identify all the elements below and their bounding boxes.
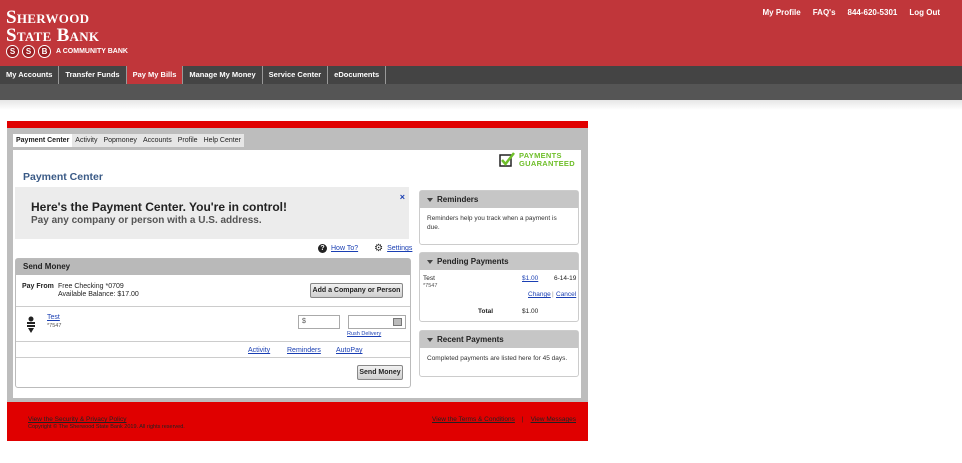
recent-payments-box: Recent Payments Completed payments are l… [419,330,579,377]
security-policy-link[interactable]: View the Security & Privacy Policy [28,416,127,423]
pending-total-value: $1.00 [522,308,539,315]
collapse-triangle-icon [427,337,433,342]
logout-link[interactable]: Log Out [909,8,940,17]
reminders-title: Reminders [437,195,479,204]
change-payment-link[interactable]: Change [528,291,551,298]
link-separator: | [552,291,554,298]
nav-my-accounts[interactable]: My Accounts [0,66,60,84]
pending-payments-box: Pending Payments Test *7547 $1.00 6-14-1… [419,252,579,322]
footer-separator: | [521,416,524,423]
nav-pay-my-bills[interactable]: Pay My Bills [126,66,184,84]
rush-delivery-link[interactable]: Rush Delivery [347,331,381,337]
activity-link[interactable]: Activity [248,347,270,354]
send-money-button[interactable]: Send Money [357,365,403,380]
divider [16,357,410,358]
settings-link[interactable]: Settings [387,245,412,252]
my-profile-link[interactable]: My Profile [762,8,800,17]
phone-number: 844-620-5301 [847,8,898,17]
nav-service-center[interactable]: Service Center [263,66,329,84]
payments-guaranteed-badge: PAYMENTS GUARANTEED [499,152,575,168]
header-shadow [0,100,962,110]
reminders-header[interactable]: Reminders [420,191,578,208]
pending-amount-link[interactable]: $1.00 [522,275,538,282]
help-row: ? How To? ⚙ Settings [318,243,412,254]
frame-top-bar [7,121,588,128]
faqs-link[interactable]: FAQ's [813,8,836,17]
pending-title: Pending Payments [437,257,509,266]
collapse-triangle-icon [427,259,433,264]
tab-help-center[interactable]: Help Center [201,134,244,147]
reminders-body: Reminders help you track when a payment … [427,215,557,231]
pay-from-account: Free Checking *0709 Available Balance: $… [58,283,139,299]
pending-payee: Test [423,275,435,282]
tab-accounts[interactable]: Accounts [140,134,175,147]
tab-payment-center[interactable]: Payment Center [13,134,73,147]
payee-person-icon [27,316,35,333]
recent-body: Completed payments are listed here for 4… [427,355,568,362]
logo-line2: State Bank [6,25,100,46]
close-icon[interactable]: × [400,192,405,202]
divider [16,306,410,307]
logo-badge-s1: S [6,45,19,58]
billpay-tabs: Payment Center Activity Popmoney Account… [13,134,244,147]
divider [16,341,410,342]
how-to-link[interactable]: How To? [331,245,358,252]
tab-activity[interactable]: Activity [72,134,100,147]
tab-profile[interactable]: Profile [175,134,201,147]
deliver-by-date-input[interactable] [348,315,406,329]
available-balance: Available Balance: $17.00 [58,291,139,298]
frame-footer: View the Security & Privacy Policy Copyr… [7,402,588,441]
amount-input[interactable]: $ [298,315,340,329]
add-company-or-person-button[interactable]: Add a Company or Person [310,283,403,298]
logo-badge-b: B [38,45,51,58]
recent-title: Recent Payments [437,335,504,344]
reminders-link[interactable]: Reminders [287,347,321,354]
terms-link[interactable]: View the Terms & Conditions [432,416,515,423]
autopay-link[interactable]: AutoPay [336,347,362,354]
reminders-box: Reminders Reminders help you track when … [419,190,579,245]
intro-subheading: Pay any company or person with a U.S. ad… [31,215,262,226]
calendar-icon[interactable] [393,318,402,326]
pending-date: 6-14-19 [554,275,577,282]
pay-from-label: Pay From [22,283,54,290]
logo-tagline: A COMMUNITY BANK [56,48,128,55]
sub-nav-bar [0,84,962,100]
top-links: My Profile FAQ's 844-620-5301 Log Out [762,8,940,17]
payment-center-panel: PAYMENTS GUARANTEED Payment Center Here'… [13,150,581,398]
payee-account: *7547 [47,323,62,329]
billpay-frame: Payment Center Activity Popmoney Account… [7,121,588,441]
recent-header[interactable]: Recent Payments [420,331,578,348]
view-messages-link[interactable]: View Messages [531,416,576,423]
intro-heading: Here's the Payment Center. You're in con… [31,200,287,214]
pending-header[interactable]: Pending Payments [420,253,578,270]
send-money-title: Send Money [16,259,410,275]
payee-name-link[interactable]: Test [47,314,60,321]
bank-header: Sherwood State Bank S S B A COMMUNITY BA… [0,0,962,66]
pending-payee-account: *7547 [423,283,438,289]
nav-manage-my-money[interactable]: Manage My Money [183,66,263,84]
intro-banner: Here's the Payment Center. You're in con… [15,187,409,239]
guarantee-line2: GUARANTEED [519,159,575,168]
send-money-box: Send Money Pay From Free Checking *0709 … [15,258,411,388]
copyright-text: Copyright © The Sherwood State Bank 2019… [28,424,185,430]
checkmark-box-icon [499,152,515,167]
question-icon: ? [318,244,327,253]
gear-icon: ⚙ [374,243,384,254]
collapse-triangle-icon [427,197,433,202]
tab-popmoney[interactable]: Popmoney [100,134,139,147]
logo-badge-s2: S [22,45,35,58]
nav-transfer-funds[interactable]: Transfer Funds [59,66,127,84]
nav-edocuments[interactable]: eDocuments [328,66,387,84]
page-title: Payment Center [23,171,103,183]
cancel-payment-link[interactable]: Cancel [556,291,576,298]
main-nav: My Accounts Transfer Funds Pay My Bills … [0,66,962,84]
account-name: Free Checking *0709 [58,283,124,290]
pending-total-label: Total [478,308,494,315]
bank-logo[interactable]: Sherwood State Bank S S B A COMMUNITY BA… [6,8,128,58]
